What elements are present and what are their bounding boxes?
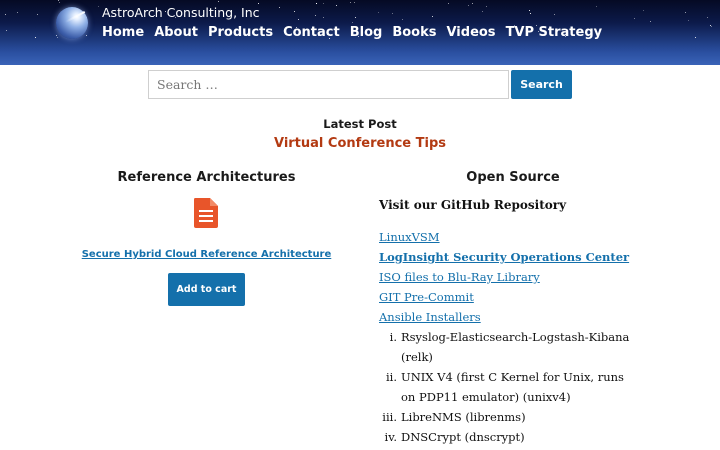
ansible-installers-list: i. Rsyslog-Elasticsearch-Logstash-Kibana…	[379, 327, 639, 447]
star-dot	[218, 1, 219, 2]
open-source-links: LinuxVSM LogInsight Security Operations …	[379, 229, 629, 329]
star-dot	[6, 30, 7, 31]
star-dot	[5, 14, 6, 15]
star-dot	[336, 5, 337, 6]
list-item: iv. DNSCrypt (dnscrypt)	[379, 427, 639, 447]
star-dot	[688, 20, 689, 21]
star-dot	[402, 19, 403, 20]
open-source-heading: Open Source	[466, 170, 560, 185]
nav-products[interactable]: Products	[208, 25, 273, 40]
star-dot	[315, 15, 316, 16]
link-git-precommit[interactable]: GIT Pre-Commit	[379, 289, 629, 309]
star-dot	[316, 3, 317, 4]
nav-about[interactable]: About	[154, 25, 198, 40]
star-dot	[711, 26, 712, 27]
list-item: ii. UNIX V4 (first C Kernel for Unix, ru…	[379, 367, 639, 407]
list-item-number: i.	[389, 330, 397, 344]
star-dot	[98, 6, 99, 7]
list-item-text: DNSCrypt (dnscrypt)	[401, 430, 525, 444]
star-dot	[56, 35, 57, 36]
star-dot	[37, 14, 38, 15]
star-dot	[392, 13, 393, 14]
github-repository-text: Visit our GitHub Repository	[379, 198, 567, 212]
star-dot	[258, 3, 259, 4]
document-icon[interactable]	[192, 197, 220, 229]
star-dot	[486, 6, 487, 7]
search-input[interactable]	[148, 70, 509, 99]
site-header: AstroArch Consulting, Inc Home About Pro…	[0, 0, 720, 65]
list-item-number: ii.	[385, 370, 397, 384]
star-dot	[378, 12, 379, 13]
star-dot	[707, 17, 708, 18]
star-dot	[685, 12, 686, 13]
star-dot	[529, 10, 530, 11]
star-dot	[596, 6, 597, 7]
main-navigation: Home About Products Contact Blog Books V…	[102, 25, 612, 40]
nav-blog[interactable]: Blog	[350, 25, 383, 40]
star-dot	[530, 13, 531, 14]
list-item-text: Rsyslog-Elasticsearch-Logstash-Kibana (r…	[401, 330, 630, 364]
star-dot	[86, 35, 87, 36]
nav-tvp-strategy[interactable]: TVP Strategy	[506, 25, 603, 40]
star-dot	[294, 11, 295, 12]
link-linuxvsm[interactable]: LinuxVSM	[379, 229, 629, 249]
star-dot	[650, 21, 651, 22]
star-dot	[695, 37, 696, 38]
star-dot	[57, 37, 58, 38]
nav-contact[interactable]: Contact	[283, 25, 340, 40]
search-button[interactable]: Search	[511, 70, 572, 99]
add-to-cart-button[interactable]: Add to cart	[168, 273, 245, 306]
star-dot	[354, 2, 355, 3]
site-title[interactable]: AstroArch Consulting, Inc	[102, 5, 260, 20]
star-dot	[279, 7, 280, 8]
star-dot	[355, 17, 356, 18]
latest-post-title[interactable]: Virtual Conference Tips	[0, 136, 720, 151]
list-item: iii. LibreNMS (librenms)	[379, 407, 639, 427]
star-dot	[554, 14, 555, 15]
star-dot	[323, 17, 324, 18]
star-dot	[323, 3, 324, 4]
star-dot	[472, 3, 473, 4]
star-dot	[468, 5, 469, 6]
reference-architectures-heading: Reference Architectures	[117, 170, 296, 185]
link-ansible-installers[interactable]: Ansible Installers	[379, 309, 629, 329]
list-item-number: iii.	[382, 410, 397, 424]
list-item-number: iv.	[384, 430, 397, 444]
star-dot	[634, 18, 635, 19]
list-item: i. Rsyslog-Elasticsearch-Logstash-Kibana…	[379, 327, 639, 367]
star-dot	[59, 2, 60, 3]
star-dot	[35, 37, 36, 38]
star-dot	[482, 11, 483, 12]
star-dot	[432, 16, 433, 17]
list-item-text: LibreNMS (librenms)	[401, 410, 526, 424]
star-dot	[643, 10, 644, 11]
list-item-text: UNIX V4 (first C Kernel for Unix, runs o…	[401, 370, 624, 404]
nav-home[interactable]: Home	[102, 25, 144, 40]
latest-post-label: Latest Post	[323, 117, 397, 131]
link-iso-bluray[interactable]: ISO files to Blu-Ray Library	[379, 269, 629, 289]
star-dot	[448, 3, 449, 4]
star-dot	[298, 19, 299, 20]
star-dot	[352, 22, 353, 23]
link-loginsight[interactable]: LogInsight Security Operations Center	[379, 249, 629, 269]
star-dot	[17, 12, 18, 13]
reference-architecture-link[interactable]: Secure Hybrid Cloud Reference Architectu…	[70, 249, 343, 260]
star-dot	[58, 0, 59, 1]
nav-books[interactable]: Books	[392, 25, 436, 40]
site-logo-icon[interactable]	[56, 7, 88, 39]
star-dot	[350, 2, 351, 3]
nav-videos[interactable]: Videos	[446, 25, 495, 40]
